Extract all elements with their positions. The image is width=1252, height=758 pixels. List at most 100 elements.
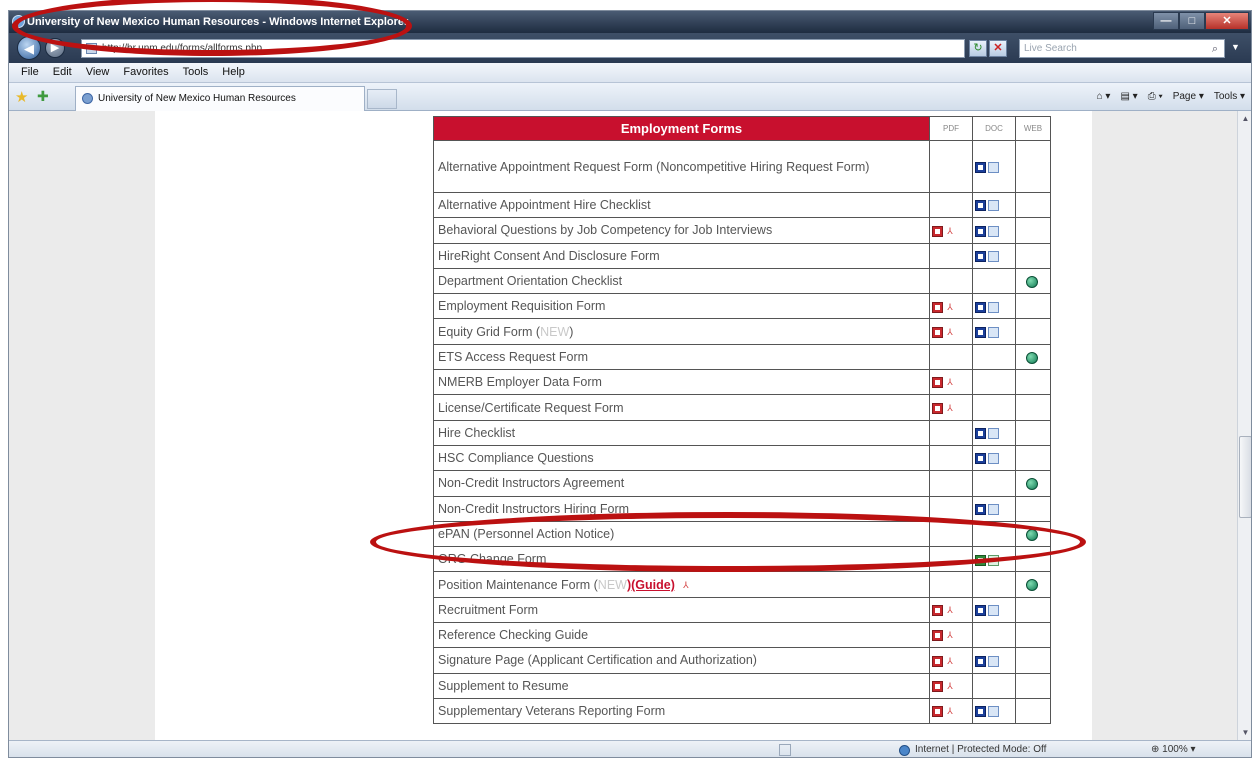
acrobat-icon[interactable]: ⅄ <box>945 226 955 237</box>
form-link[interactable]: Supplement to Resume <box>438 679 569 693</box>
form-name-cell[interactable]: Equity Grid Form (NEW) <box>433 318 930 345</box>
search-dropdown-icon[interactable]: ▼ <box>1231 42 1240 52</box>
menu-help[interactable]: Help <box>222 63 245 82</box>
spreadsheet-icon[interactable] <box>988 554 999 566</box>
form-link[interactable]: ORG Change Form <box>438 552 546 566</box>
form-link[interactable]: Position Maintenance Form ( <box>438 578 598 592</box>
form-link[interactable]: License/Certificate Request Form <box>438 401 624 415</box>
document-icon[interactable] <box>988 706 999 718</box>
tools-menu[interactable]: Tools ▾ <box>1214 89 1245 105</box>
word-icon[interactable] <box>975 428 986 440</box>
document-icon[interactable] <box>988 301 999 313</box>
vertical-scrollbar[interactable]: ▲ ▼ <box>1237 111 1251 740</box>
form-name-cell[interactable]: Non-Credit Instructors Agreement <box>433 470 930 497</box>
web-globe-icon[interactable] <box>1026 351 1038 364</box>
document-icon[interactable] <box>988 428 999 440</box>
form-name-cell[interactable]: Supplement to Resume <box>433 672 930 699</box>
print-icon[interactable]: ⎙ ▾ <box>1148 89 1163 105</box>
search-input[interactable]: Live Search ⌕ <box>1019 39 1225 58</box>
word-icon[interactable] <box>975 453 986 465</box>
form-name-cell[interactable]: Employment Requisition Form <box>433 293 930 320</box>
form-name-cell[interactable]: License/Certificate Request Form <box>433 394 930 421</box>
forward-button[interactable]: ▶ <box>45 38 65 58</box>
word-icon[interactable] <box>975 225 986 237</box>
form-link[interactable]: HSC Compliance Questions <box>438 451 594 465</box>
web-globe-icon[interactable] <box>1026 528 1038 541</box>
pdf-icon[interactable] <box>932 301 943 313</box>
document-icon[interactable] <box>988 655 999 667</box>
scroll-down-arrow-icon[interactable]: ▼ <box>1238 725 1251 740</box>
form-name-cell[interactable]: Behavioral Questions by Job Competency f… <box>433 217 930 244</box>
document-icon[interactable] <box>988 326 999 338</box>
form-link[interactable]: Employment Requisition Form <box>438 299 605 313</box>
form-link[interactable]: Hire Checklist <box>438 426 515 440</box>
url-input[interactable]: http://hr.unm.edu/forms/allforms.php <box>81 39 965 58</box>
acrobat-icon[interactable]: ⅄ <box>681 580 691 591</box>
word-icon[interactable] <box>975 706 986 718</box>
form-name-cell[interactable]: HireRight Consent And Disclosure Form <box>433 242 930 269</box>
acrobat-icon[interactable]: ⅄ <box>945 706 955 717</box>
form-name-cell[interactable]: Supplementary Veterans Reporting Form <box>433 697 930 725</box>
form-link[interactable]: Supplementary Veterans Reporting Form <box>438 704 665 718</box>
word-icon[interactable] <box>975 605 986 617</box>
form-name-cell[interactable]: Reference Checking Guide <box>433 622 930 649</box>
stop-button[interactable]: ✕ <box>989 40 1007 57</box>
document-icon[interactable] <box>988 225 999 237</box>
scroll-up-arrow-icon[interactable]: ▲ <box>1238 111 1251 126</box>
form-name-cell[interactable]: ORG Change Form <box>433 546 930 573</box>
acrobat-icon[interactable]: ⅄ <box>945 681 955 692</box>
pdf-icon[interactable] <box>932 630 943 642</box>
pdf-icon[interactable] <box>932 326 943 338</box>
form-link[interactable]: Signature Page (Applicant Certification … <box>438 653 757 667</box>
acrobat-icon[interactable]: ⅄ <box>945 377 955 388</box>
form-name-cell[interactable]: NMERB Employer Data Form <box>433 369 930 396</box>
document-icon[interactable] <box>988 250 999 262</box>
form-link[interactable]: ETS Access Request Form <box>438 350 588 364</box>
form-link-suffix[interactable]: ) <box>569 325 573 339</box>
pdf-icon[interactable] <box>932 225 943 237</box>
acrobat-icon[interactable]: ⅄ <box>945 327 955 338</box>
back-button[interactable]: ◀ <box>17 36 41 60</box>
form-link[interactable]: Non-Credit Instructors Agreement <box>438 476 624 490</box>
word-icon[interactable] <box>975 655 986 667</box>
scroll-thumb[interactable] <box>1239 436 1251 518</box>
minimize-button[interactable]: — <box>1153 12 1179 30</box>
acrobat-icon[interactable]: ⅄ <box>945 605 955 616</box>
page-menu[interactable]: Page ▾ <box>1173 89 1204 105</box>
favorites-star-icon[interactable]: ★ <box>15 88 28 106</box>
acrobat-icon[interactable]: ⅄ <box>945 630 955 641</box>
document-icon[interactable] <box>988 200 999 212</box>
feeds-icon[interactable]: ▤ ▾ <box>1120 89 1137 105</box>
acrobat-icon[interactable]: ⅄ <box>945 656 955 667</box>
form-name-cell[interactable]: Position Maintenance Form (NEW)(Guide) ⅄ <box>433 571 930 598</box>
search-icon[interactable]: ⌕ <box>1212 41 1218 58</box>
word-icon[interactable] <box>975 301 986 313</box>
form-link[interactable]: Non-Credit Instructors Hiring Form <box>438 502 629 516</box>
document-icon[interactable] <box>988 503 999 515</box>
document-icon[interactable] <box>988 453 999 465</box>
pdf-icon[interactable] <box>932 402 943 414</box>
add-favorite-icon[interactable]: ✚ <box>37 88 49 105</box>
form-name-cell[interactable]: Signature Page (Applicant Certification … <box>433 647 930 674</box>
pdf-icon[interactable] <box>932 605 943 617</box>
web-globe-icon[interactable] <box>1026 579 1038 592</box>
form-name-cell[interactable]: ETS Access Request Form <box>433 343 930 371</box>
web-globe-icon[interactable] <box>1026 275 1038 288</box>
new-tab-button[interactable] <box>367 89 397 109</box>
form-name-cell[interactable]: Alternative Appointment Request Form (No… <box>433 140 930 193</box>
form-link[interactable]: Behavioral Questions by Job Competency f… <box>438 223 772 237</box>
maximize-button[interactable]: □ <box>1179 12 1205 30</box>
close-button[interactable]: ✕ <box>1205 12 1249 30</box>
acrobat-icon[interactable]: ⅄ <box>945 403 955 414</box>
form-link[interactable]: HireRight Consent And Disclosure Form <box>438 249 660 263</box>
menu-file[interactable]: File <box>21 63 39 82</box>
form-name-cell[interactable]: HSC Compliance Questions <box>433 444 930 472</box>
excel-icon[interactable] <box>975 554 986 566</box>
web-globe-icon[interactable] <box>1026 478 1038 491</box>
pdf-icon[interactable] <box>932 655 943 667</box>
form-link[interactable]: ePAN (Personnel Action Notice) <box>438 527 614 541</box>
word-icon[interactable] <box>975 503 986 515</box>
form-name-cell[interactable]: Hire Checklist <box>433 419 930 446</box>
guide-link[interactable]: )(Guide) <box>627 578 675 592</box>
pdf-icon[interactable] <box>932 680 943 692</box>
